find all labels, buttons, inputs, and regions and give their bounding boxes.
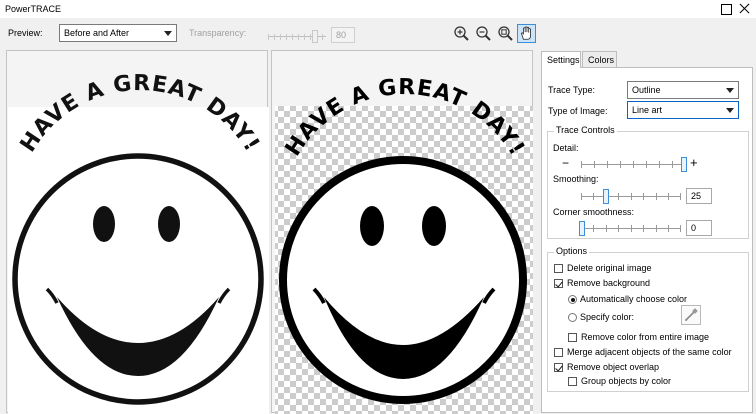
hand-pan-icon: [521, 26, 531, 40]
image-type-value: Line art: [632, 105, 663, 115]
auto-color-label: Automatically choose color: [580, 294, 688, 304]
trace-type-label: Trace Type:: [548, 85, 596, 95]
image-type-dropdown[interactable]: Line art: [627, 101, 739, 119]
before-preview-pane[interactable]: HAVE A GREAT DAY!: [6, 50, 269, 414]
group-by-color-checkbox[interactable]: [568, 377, 577, 386]
detail-plus-icon[interactable]: +: [690, 155, 698, 170]
remove-background-label: Remove background: [567, 278, 651, 288]
zoom-out-button[interactable]: [474, 24, 493, 43]
corner-smoothness-input[interactable]: 0: [686, 220, 712, 236]
before-preview-image: HAVE A GREAT DAY!: [8, 71, 269, 414]
smoothing-input[interactable]: 25: [686, 188, 712, 204]
detail-slider[interactable]: [581, 157, 687, 172]
corner-smoothness-slider-thumb[interactable]: [579, 221, 585, 236]
zoom-in-button[interactable]: [452, 24, 471, 43]
trace-type-value: Outline: [632, 85, 661, 95]
transparency-label: Transparency:: [189, 28, 247, 38]
settings-panel: Trace Type: Outline Type of Image: Line …: [541, 67, 753, 413]
auto-color-radio[interactable]: [568, 295, 577, 304]
eyedropper-icon: [685, 308, 698, 321]
zoom-out-icon: [476, 26, 491, 41]
merge-adjacent-label: Merge adjacent objects of the same color: [567, 347, 732, 357]
remove-overlap-checkbox[interactable]: [554, 363, 563, 372]
eyedropper-button[interactable]: [681, 305, 701, 325]
corner-smoothness-label: Corner smoothness:: [553, 207, 635, 217]
zoom-fit-icon: [498, 26, 513, 41]
trace-controls-group: Trace Controls Detail: − + Smoothing: 25…: [547, 125, 749, 239]
after-preview-pane[interactable]: HAVE A GREAT DAY!: [271, 50, 533, 414]
remove-background-checkbox[interactable]: [554, 279, 563, 288]
maximize-icon[interactable]: [718, 1, 734, 17]
pan-button[interactable]: [517, 24, 536, 43]
corner-smoothness-slider[interactable]: [579, 221, 681, 236]
options-group: Options Delete original image Remove bac…: [547, 246, 749, 392]
tab-colors[interactable]: Colors: [582, 51, 617, 68]
merge-adjacent-checkbox[interactable]: [554, 348, 563, 357]
smoothing-slider[interactable]: [581, 189, 681, 204]
image-type-label: Type of Image:: [548, 106, 608, 116]
chevron-down-icon: [726, 88, 734, 93]
window-title: PowerTRACE: [5, 4, 62, 14]
group-by-color-label: Group objects by color: [581, 376, 672, 386]
transparency-slider[interactable]: [268, 30, 326, 43]
remove-color-entire-label: Remove color from entire image: [581, 332, 710, 342]
close-icon[interactable]: [737, 1, 753, 17]
transparency-slider-thumb[interactable]: [312, 30, 318, 43]
title-bar: PowerTRACE: [0, 0, 756, 18]
options-title: Options: [554, 246, 590, 256]
chevron-down-icon: [726, 108, 734, 113]
delete-original-checkbox[interactable]: [554, 264, 563, 273]
specify-color-label: Specify color:: [580, 312, 635, 322]
smoothing-label: Smoothing:: [553, 174, 599, 184]
specify-color-radio[interactable]: [568, 313, 577, 322]
after-preview-image: HAVE A GREAT DAY!: [275, 75, 533, 414]
trace-controls-title: Trace Controls: [554, 125, 617, 135]
zoom-fit-button[interactable]: [496, 24, 515, 43]
delete-original-label: Delete original image: [567, 263, 652, 273]
preview-label: Preview:: [8, 28, 43, 38]
detail-slider-thumb[interactable]: [681, 157, 687, 172]
preview-dropdown[interactable]: Before and After: [59, 24, 177, 42]
tab-settings[interactable]: Settings: [541, 51, 581, 68]
chevron-down-icon: [164, 31, 172, 36]
remove-overlap-label: Remove object overlap: [567, 362, 660, 372]
detail-label: Detail:: [553, 143, 579, 153]
remove-color-entire-checkbox[interactable]: [568, 333, 577, 342]
trace-type-dropdown[interactable]: Outline: [627, 81, 739, 99]
preview-dropdown-value: Before and After: [64, 28, 130, 38]
zoom-in-icon: [454, 26, 469, 41]
detail-minus-icon[interactable]: −: [562, 156, 569, 170]
transparency-input[interactable]: 80: [331, 27, 355, 43]
smoothing-slider-thumb[interactable]: [603, 189, 609, 204]
